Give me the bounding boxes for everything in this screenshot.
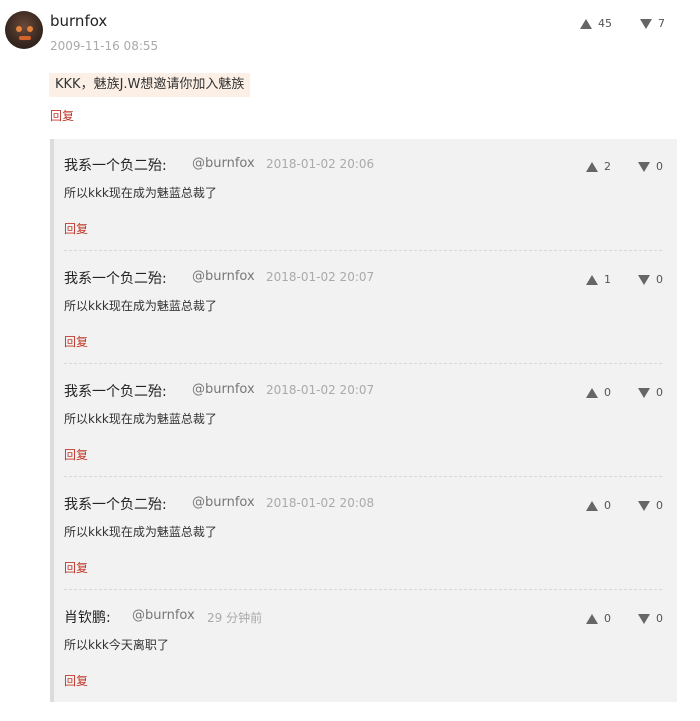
- avatar-mouth: [19, 36, 31, 40]
- avatar[interactable]: [5, 11, 43, 49]
- triangle-down-icon: [638, 500, 650, 511]
- downvote-button[interactable]: 0: [638, 499, 663, 512]
- upvote-count: 1: [604, 273, 611, 286]
- triangle-up-icon: [586, 274, 598, 285]
- downvote-button[interactable]: 0: [638, 612, 663, 625]
- triangle-up-icon: [580, 18, 592, 29]
- reply-author[interactable]: 我系一个负二殆:: [64, 494, 167, 514]
- triangle-up-icon: [586, 500, 598, 511]
- reply-author[interactable]: 肖钦鹏:: [64, 607, 111, 627]
- upvote-button[interactable]: 1: [586, 273, 611, 286]
- reply-mention[interactable]: @burnfox: [192, 269, 255, 284]
- upvote-button[interactable]: 0: [586, 612, 611, 625]
- triangle-down-icon: [638, 613, 650, 624]
- triangle-down-icon: [638, 161, 650, 172]
- reply-mention[interactable]: @burnfox: [192, 156, 255, 171]
- downvote-count: 0: [656, 612, 663, 625]
- reply-author[interactable]: 我系一个负二殆:: [64, 381, 167, 401]
- triangle-down-icon: [640, 18, 652, 29]
- upvote-button[interactable]: 2: [586, 160, 611, 173]
- upvote-button[interactable]: 0: [586, 499, 611, 512]
- reply-text: 所以kkk现在成为魅蓝总裁了: [64, 525, 217, 539]
- triangle-down-icon: [638, 274, 650, 285]
- divider: [64, 589, 662, 590]
- reply-button[interactable]: 回复: [64, 559, 88, 576]
- reply-author[interactable]: 我系一个负二殆:: [64, 155, 167, 175]
- triangle-up-icon: [586, 613, 598, 624]
- reply-timestamp: 2018-01-02 20:06: [266, 157, 375, 171]
- upvote-button[interactable]: 45: [580, 17, 612, 30]
- reply-text: 所以kkk今天离职了: [64, 638, 169, 652]
- downvote-button[interactable]: 0: [638, 160, 663, 173]
- divider: [64, 250, 662, 251]
- reply-button[interactable]: 回复: [64, 672, 88, 689]
- reply-timestamp: 29 分钟前: [207, 611, 263, 625]
- divider: [64, 363, 662, 364]
- divider: [64, 476, 662, 477]
- reply-timestamp: 2018-01-02 20:07: [266, 270, 375, 284]
- downvote-button[interactable]: 0: [638, 386, 663, 399]
- reply-timestamp: 2018-01-02 20:07: [266, 383, 375, 397]
- comment-author[interactable]: burnfox: [50, 12, 107, 30]
- downvote-count: 0: [656, 160, 663, 173]
- triangle-up-icon: [586, 387, 598, 398]
- reply-button[interactable]: 回复: [64, 333, 88, 350]
- upvote-count: 2: [604, 160, 611, 173]
- reply-button[interactable]: 回复: [64, 220, 88, 237]
- reply-author[interactable]: 我系一个负二殆:: [64, 268, 167, 288]
- avatar-eye-left: [16, 26, 22, 32]
- downvote-count: 0: [656, 386, 663, 399]
- downvote-button[interactable]: 0: [638, 273, 663, 286]
- reply-button[interactable]: 回复: [50, 107, 74, 124]
- downvote-button[interactable]: 7: [640, 17, 665, 30]
- reply-button[interactable]: 回复: [64, 446, 88, 463]
- triangle-up-icon: [586, 161, 598, 172]
- upvote-button[interactable]: 0: [586, 386, 611, 399]
- reply-timestamp: 2018-01-02 20:08: [266, 496, 375, 510]
- upvote-count: 0: [604, 386, 611, 399]
- reply-mention[interactable]: @burnfox: [192, 495, 255, 510]
- reply-mention[interactable]: @burnfox: [192, 382, 255, 397]
- downvote-count: 0: [656, 499, 663, 512]
- reply-text: 所以kkk现在成为魅蓝总裁了: [64, 299, 217, 313]
- upvote-count: 0: [604, 499, 611, 512]
- triangle-down-icon: [638, 387, 650, 398]
- upvote-count: 0: [604, 612, 611, 625]
- reply-text: 所以kkk现在成为魅蓝总裁了: [64, 186, 217, 200]
- comment-content: KKK，魅族J.W想邀请你加入魅族: [49, 73, 251, 97]
- reply-mention[interactable]: @burnfox: [132, 608, 195, 623]
- upvote-count: 45: [598, 17, 612, 30]
- reply-text: 所以kkk现在成为魅蓝总裁了: [64, 412, 217, 426]
- downvote-count: 7: [658, 17, 665, 30]
- avatar-eye-right: [27, 26, 33, 32]
- comment-timestamp: 2009-11-16 08:55: [50, 39, 159, 53]
- downvote-count: 0: [656, 273, 663, 286]
